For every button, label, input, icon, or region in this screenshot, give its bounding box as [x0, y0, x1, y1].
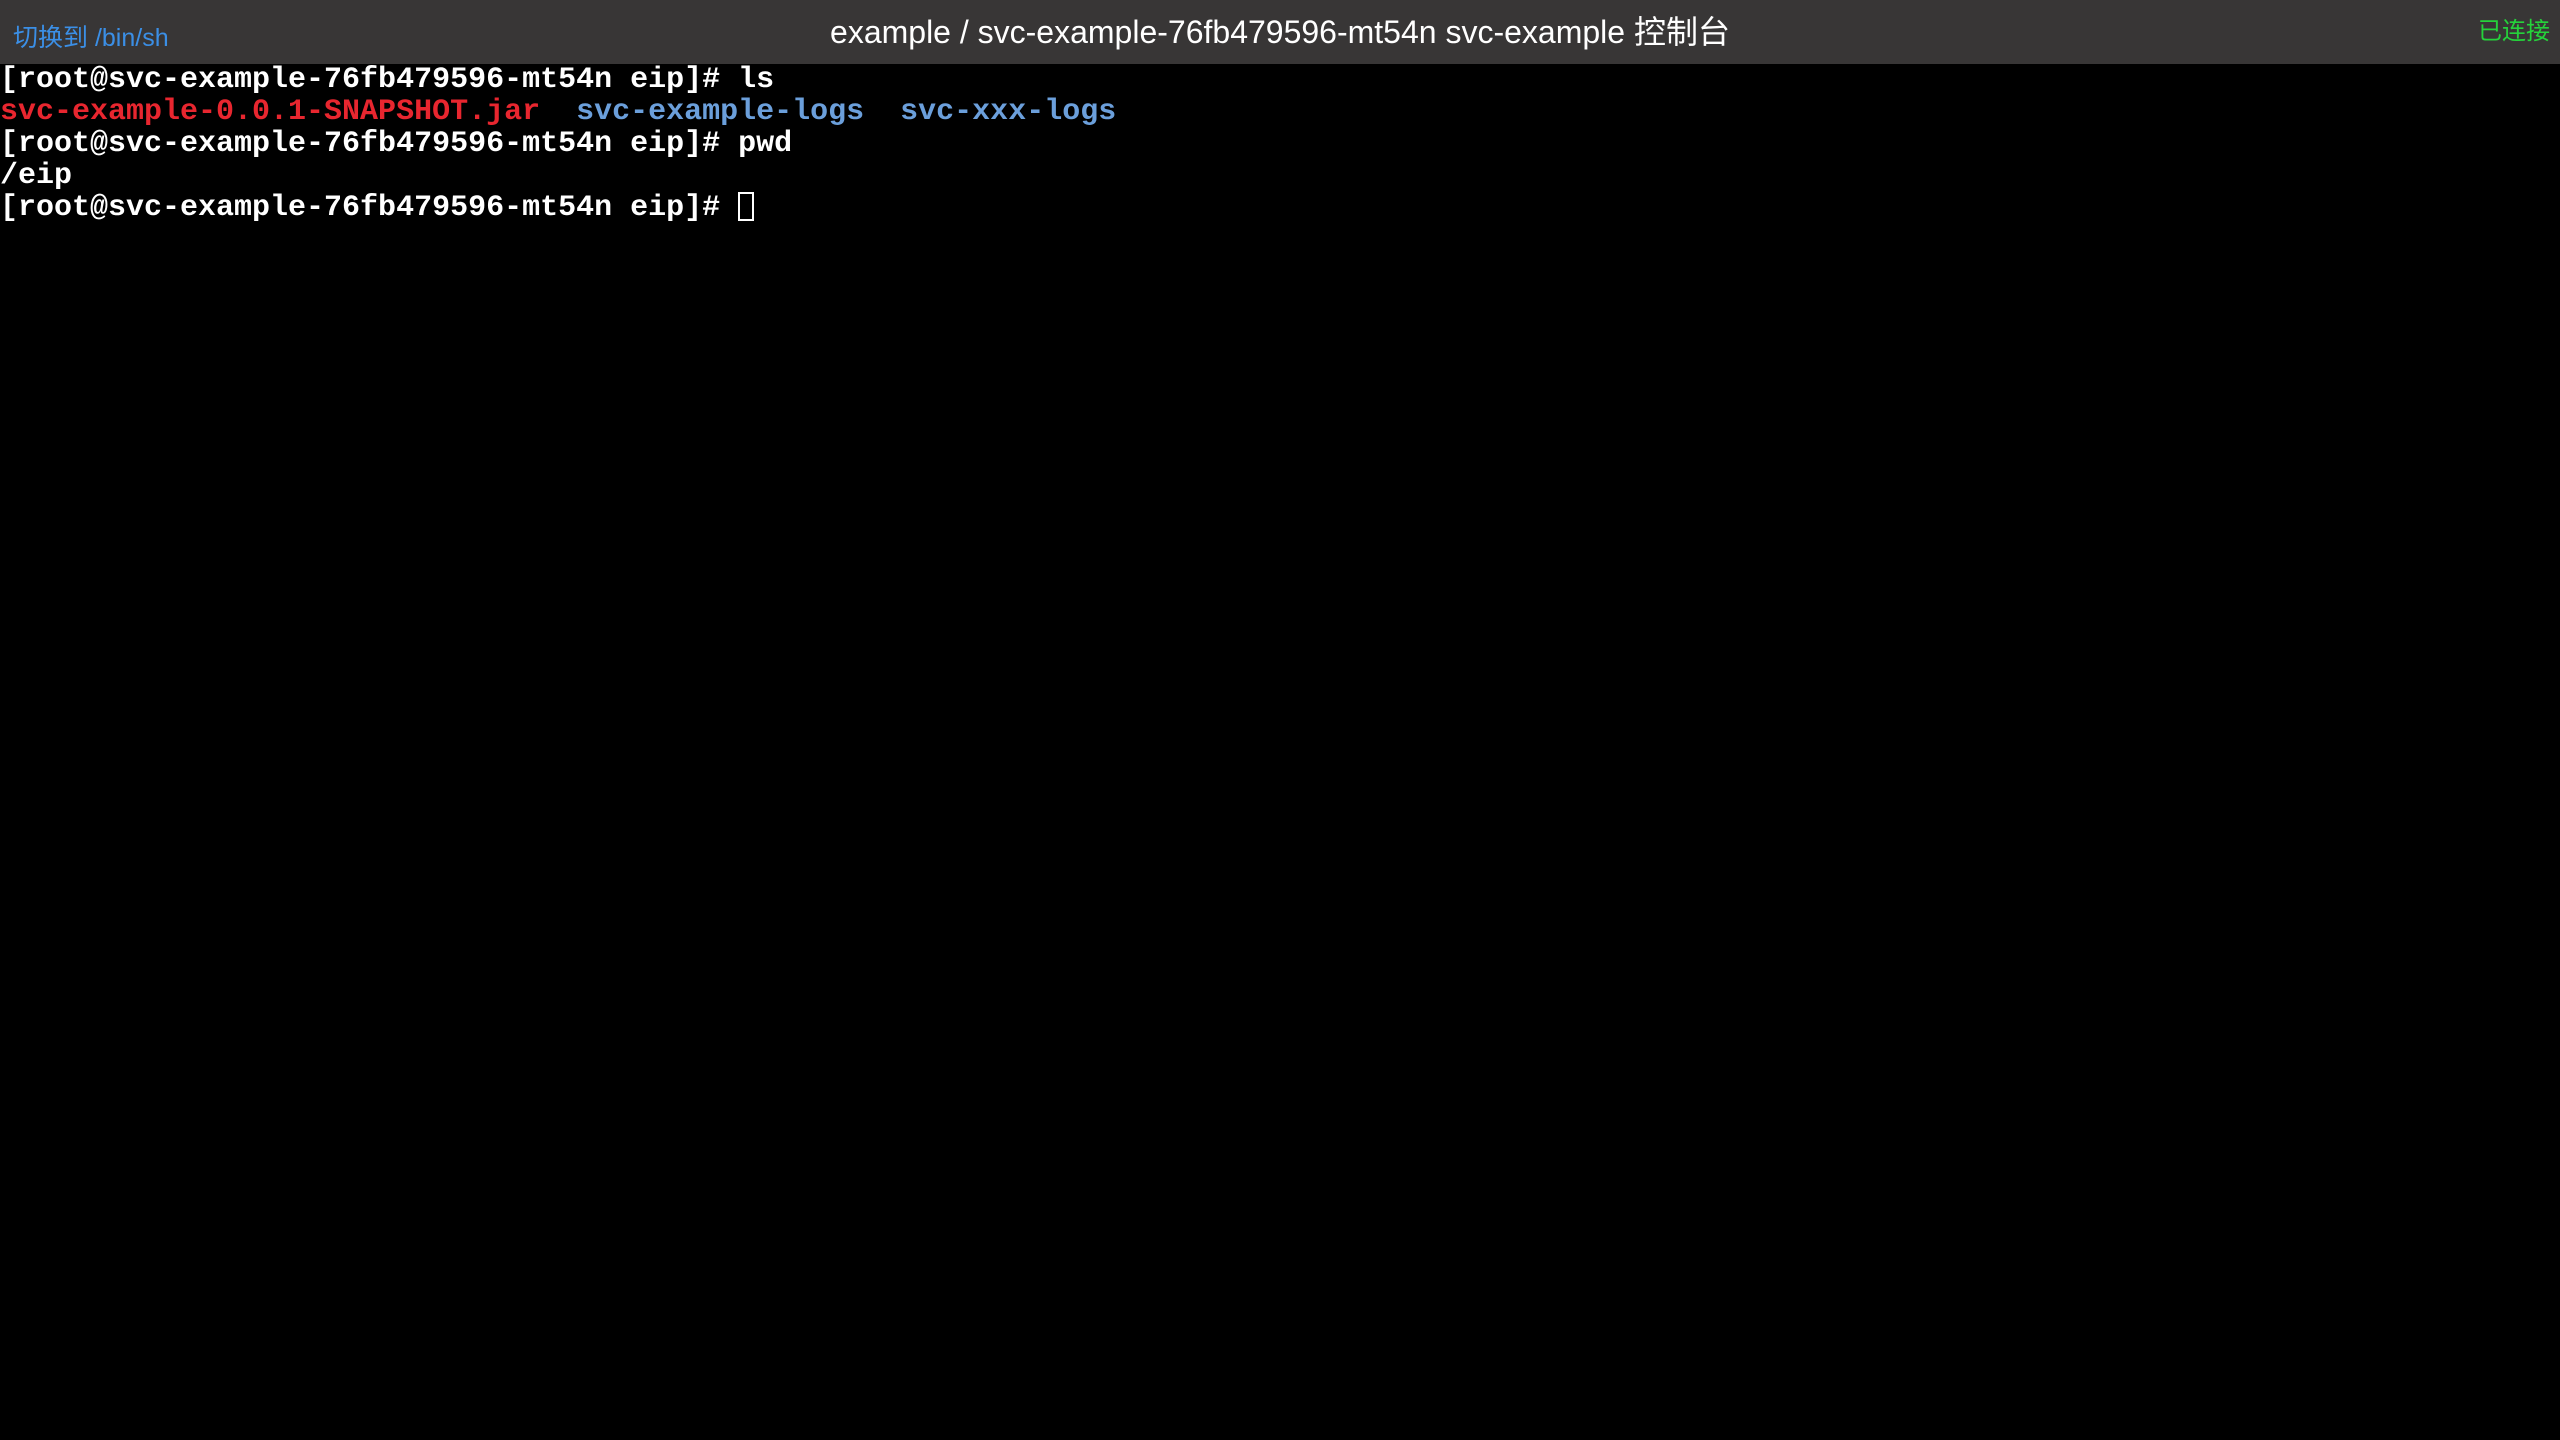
- terminal-line: /eip: [0, 160, 2560, 192]
- terminal-line: [root@svc-example-76fb479596-mt54n eip]#…: [0, 128, 2560, 160]
- terminal-line: [root@svc-example-76fb479596-mt54n eip]#…: [0, 64, 2560, 96]
- title-bar: 切换到 /bin/sh example / svc-example-76fb47…: [0, 0, 2560, 64]
- command-output: /eip: [0, 159, 73, 193]
- ls-entry-jar: svc-example-0.0.1-SNAPSHOT.jar: [0, 95, 541, 129]
- command-text: pwd: [738, 127, 793, 161]
- window-title: example / svc-example-76fb479596-mt54n s…: [830, 14, 1730, 50]
- ls-separator: [540, 95, 576, 129]
- terminal-line: svc-example-0.0.1-SNAPSHOT.jar svc-examp…: [0, 96, 2560, 128]
- shell-prompt: [root@svc-example-76fb479596-mt54n eip]#: [0, 127, 739, 161]
- shell-prompt: [root@svc-example-76fb479596-mt54n eip]#: [0, 191, 739, 225]
- ls-entry-directory: svc-xxx-logs: [900, 95, 1117, 129]
- ls-separator: [864, 95, 900, 129]
- command-text: ls: [738, 63, 775, 97]
- terminal-line: [root@svc-example-76fb479596-mt54n eip]#: [0, 192, 2560, 224]
- connection-status-badge: 已连接: [2478, 18, 2550, 45]
- ls-entry-directory: svc-example-logs: [576, 95, 865, 129]
- terminal-output[interactable]: [root@svc-example-76fb479596-mt54n eip]#…: [0, 64, 2560, 1440]
- terminal-cursor[interactable]: [738, 192, 755, 221]
- shell-prompt: [root@svc-example-76fb479596-mt54n eip]#: [0, 63, 739, 97]
